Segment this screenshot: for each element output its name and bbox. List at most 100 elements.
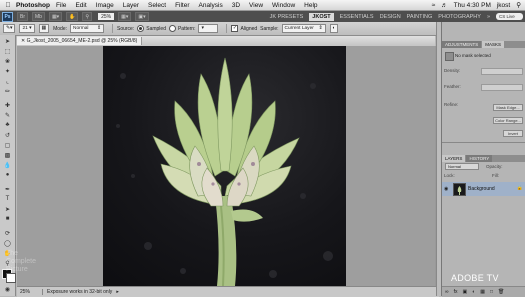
cs-live-button[interactable]: CS Live bbox=[496, 13, 523, 20]
healing-brush-tool-icon[interactable]: ✚ bbox=[2, 101, 13, 109]
mode-select[interactable]: Normal ⇕ bbox=[70, 24, 104, 33]
feather-label: Feather: bbox=[444, 84, 461, 89]
menu-select[interactable]: Select bbox=[148, 2, 166, 9]
invert-button[interactable]: Invert bbox=[503, 130, 523, 137]
pen-tool-icon[interactable]: ✒ bbox=[2, 185, 13, 193]
tab-masks[interactable]: MASKS bbox=[482, 41, 505, 48]
workspace-overflow[interactable]: » bbox=[487, 14, 490, 20]
menu-window[interactable]: Window bbox=[272, 2, 295, 9]
spotlight-icon[interactable]: ⚲ bbox=[516, 1, 521, 9]
eraser-tool-icon[interactable]: ▢ bbox=[2, 141, 13, 149]
dodge-tool-icon[interactable]: ● bbox=[2, 171, 13, 179]
close-icon[interactable]: ✕ bbox=[21, 38, 25, 44]
crop-tool-icon[interactable]: ⌞ bbox=[2, 77, 13, 85]
aligned-checkbox[interactable]: ✓ bbox=[231, 25, 239, 32]
marquee-tool-icon[interactable]: ⬚ bbox=[2, 47, 13, 55]
pattern-radio[interactable] bbox=[168, 25, 176, 32]
background-color-swatch[interactable] bbox=[6, 273, 16, 283]
menu-view[interactable]: View bbox=[249, 2, 263, 9]
menu-edit[interactable]: Edit bbox=[75, 2, 86, 9]
color-range-button[interactable]: Color Range... bbox=[493, 117, 523, 124]
refine-label: Refine: bbox=[444, 102, 459, 107]
history-brush-tool-icon[interactable]: ↺ bbox=[2, 131, 13, 139]
clock[interactable]: Thu 4:30 PM bbox=[454, 2, 491, 9]
brush-tool-icon[interactable]: ✎ bbox=[2, 111, 13, 119]
menu-file[interactable]: File bbox=[56, 2, 66, 9]
tab-layers[interactable]: LAYERS bbox=[442, 155, 466, 162]
menu-3d[interactable]: 3D bbox=[232, 2, 240, 9]
shape-tool-icon[interactable]: ■ bbox=[2, 215, 13, 223]
chevron-down-icon: ⇕ bbox=[318, 26, 323, 31]
workspace-photography[interactable]: PHOTOGRAPHY bbox=[438, 14, 481, 20]
clone-stamp-tool-icon[interactable]: ♣ bbox=[2, 121, 13, 129]
density-slider[interactable] bbox=[481, 68, 523, 75]
lasso-tool-icon[interactable]: ❀ bbox=[2, 57, 13, 65]
sample-select[interactable]: Current Layer ⇕ bbox=[281, 24, 326, 33]
layer-row-background[interactable]: ◉ Background 🔒 bbox=[442, 182, 525, 196]
menu-image[interactable]: Image bbox=[96, 2, 114, 9]
hand-icon[interactable]: ✋ bbox=[66, 12, 79, 21]
workspace-jkost[interactable]: JKOST bbox=[309, 12, 334, 21]
view-extras-button[interactable]: ▦▾ bbox=[48, 12, 63, 21]
bridge-button[interactable]: Br bbox=[17, 12, 28, 21]
apple-icon[interactable]:  bbox=[0, 2, 16, 9]
move-tool-icon[interactable]: ➤ bbox=[2, 37, 13, 45]
3d-rotate-tool-icon[interactable]: ⟳ bbox=[2, 229, 13, 237]
adjustment-layer-icon[interactable]: ◐ bbox=[472, 289, 475, 295]
mode-label: Mode: bbox=[53, 25, 67, 32]
3d-orbit-tool-icon[interactable]: ◯ bbox=[2, 239, 13, 247]
user-name[interactable]: jkost bbox=[497, 2, 510, 9]
tool-preset-picker[interactable]: ✎ ▾ bbox=[3, 24, 16, 33]
status-menu-arrow-icon[interactable]: ▸ bbox=[116, 289, 119, 295]
zoom-level[interactable]: 25% bbox=[98, 13, 115, 20]
artwork-image-artichoke[interactable] bbox=[103, 46, 346, 286]
workspace-painting[interactable]: PAINTING bbox=[407, 14, 433, 20]
eye-icon[interactable]: ◉ bbox=[444, 186, 448, 192]
blur-tool-icon[interactable]: 💧 bbox=[2, 161, 13, 169]
brush-picker[interactable]: 21 ▾ bbox=[19, 24, 35, 33]
quick-mask-icon[interactable]: ◉ bbox=[2, 285, 13, 293]
ignore-adjustment-layers-button[interactable]: ◐ bbox=[329, 24, 339, 33]
brush-panel-toggle[interactable]: ▦ bbox=[38, 24, 50, 33]
photoshop-logo: Ps bbox=[2, 11, 13, 22]
link-layers-icon[interactable]: ∞ bbox=[445, 289, 449, 295]
menu-analysis[interactable]: Analysis bbox=[199, 2, 223, 9]
tab-history[interactable]: HISTORY bbox=[466, 155, 493, 162]
sampled-label: Sampled bbox=[146, 25, 166, 32]
wifi-icon[interactable]: ≈ bbox=[432, 2, 436, 9]
menu-filter[interactable]: Filter bbox=[175, 2, 189, 9]
feather-slider[interactable] bbox=[481, 84, 523, 91]
gradient-tool-icon[interactable]: ▩ bbox=[2, 151, 13, 159]
workspace-jk-presets[interactable]: JK PRESETS bbox=[270, 14, 304, 20]
arrange-documents-button[interactable]: ▦▾ bbox=[118, 12, 132, 21]
volume-icon[interactable]: ♬ bbox=[441, 2, 448, 9]
trash-icon[interactable]: 🗑 bbox=[498, 289, 504, 295]
adobe-tv-logo: ADOBE TV bbox=[451, 273, 499, 283]
menu-app-photoshop[interactable]: Photoshop bbox=[16, 2, 50, 9]
pattern-picker[interactable]: ▾ bbox=[198, 24, 219, 33]
fx-icon[interactable]: fx bbox=[454, 289, 458, 295]
path-selection-tool-icon[interactable]: ➤ bbox=[2, 205, 13, 213]
layer-thumbnail bbox=[453, 183, 466, 196]
screen-mode-button[interactable]: ▣▾ bbox=[135, 12, 149, 21]
blend-mode-select[interactable]: Normal bbox=[445, 163, 479, 170]
mini-bridge-button[interactable]: Mb bbox=[32, 12, 45, 21]
workspace-essentials[interactable]: ESSENTIALS bbox=[340, 14, 374, 20]
zoom-tool-icon[interactable]: ⚲ bbox=[82, 12, 93, 21]
status-message: Exposure works in 32-bit only bbox=[47, 289, 113, 295]
menu-layer[interactable]: Layer bbox=[123, 2, 139, 9]
document-tab[interactable]: ✕ G_Jkost_2005_06654_ME-2.psd @ 25% (RGB… bbox=[17, 37, 143, 45]
tab-adjustments[interactable]: ADJUSTMENTS bbox=[442, 41, 482, 48]
source-label: Source: bbox=[117, 25, 135, 32]
quick-select-tool-icon[interactable]: ✦ bbox=[2, 67, 13, 75]
sampled-radio[interactable] bbox=[137, 25, 145, 32]
add-mask-icon[interactable]: ▣ bbox=[462, 289, 467, 295]
status-zoom[interactable]: 25% bbox=[17, 289, 43, 295]
workspace-design[interactable]: DESIGN bbox=[380, 14, 401, 20]
menu-help[interactable]: Help bbox=[304, 2, 317, 9]
new-layer-icon[interactable]: □ bbox=[490, 289, 493, 295]
mask-edge-button[interactable]: Mask Edge... bbox=[493, 104, 523, 111]
new-group-icon[interactable]: ▦ bbox=[480, 289, 485, 295]
type-tool-icon[interactable]: T bbox=[2, 195, 13, 203]
eyedropper-tool-icon[interactable]: ✏ bbox=[2, 87, 13, 95]
